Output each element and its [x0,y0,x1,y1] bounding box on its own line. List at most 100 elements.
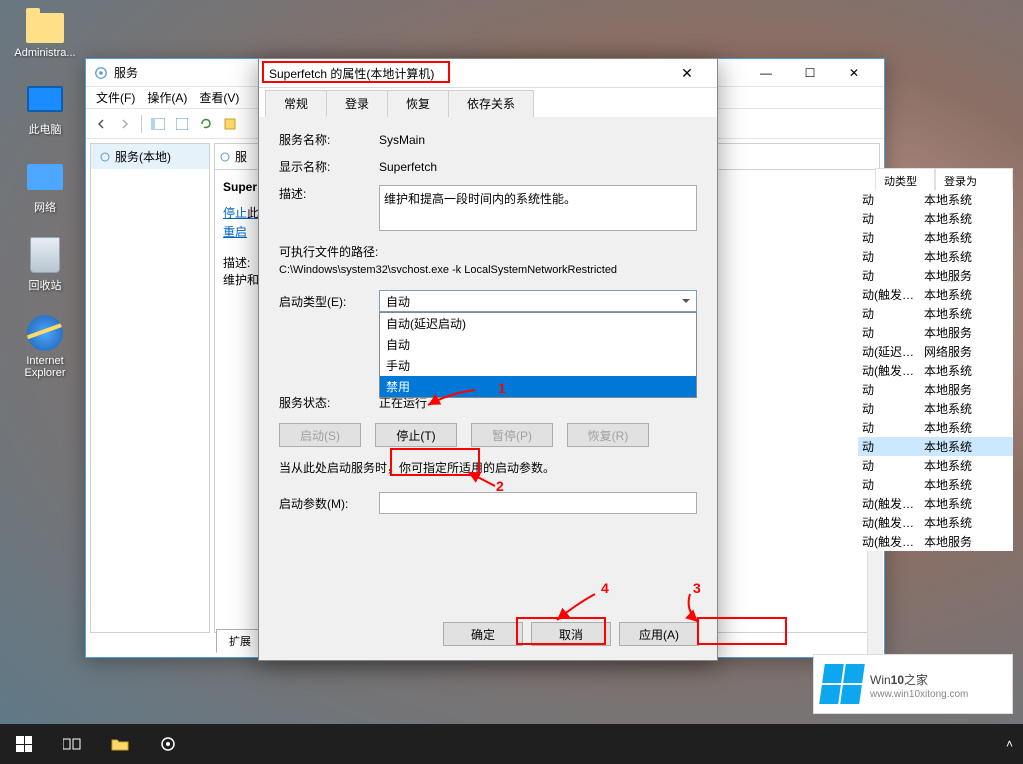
dialog-title: Superfetch 的属性(本地计算机) [269,65,667,82]
pause-button: 暂停(P) [471,423,553,447]
task-view-button[interactable] [48,724,96,764]
start-params-label: 启动参数(M): [279,495,379,512]
apply-button[interactable]: 应用(A) [619,622,699,646]
cell-logon-as: 本地服务 [920,381,1010,398]
menu-file[interactable]: 文件(F) [90,86,141,109]
cell-startup-type: 动 [858,457,920,474]
cell-startup-type: 动 [858,229,920,246]
close-button[interactable]: ✕ [667,59,707,87]
cell-logon-as: 本地系统 [920,286,1010,303]
table-row[interactable]: 动本地系统 [858,399,1013,418]
list-icon [224,118,236,130]
properties-dialog: Superfetch 的属性(本地计算机) ✕ 常规 登录 恢复 依存关系 服务… [258,58,718,661]
display-name-label: 显示名称: [279,158,379,175]
desktop-icon-administrator[interactable]: Administra... [10,5,80,59]
table-row[interactable]: 动本地系统 [858,247,1013,266]
pc-icon [25,79,65,119]
toolbar-button[interactable] [171,113,193,135]
recycle-bin-icon [25,235,65,275]
maximize-button[interactable]: ☐ [788,59,832,87]
tab-extended[interactable]: 扩展 [216,629,264,653]
watermark-url: www.win10xitong.com [870,689,968,700]
table-row[interactable]: 动本地系统 [858,418,1013,437]
exe-path-label: 可执行文件的路径: [279,243,697,260]
dialog-buttons: 确定 取消 应用(A) [443,622,699,646]
table-row[interactable]: 动本地系统 [858,475,1013,494]
toolbar-button[interactable] [219,113,241,135]
desktop-icon-ie[interactable]: Internet Explorer [10,313,80,379]
minimize-button[interactable]: — [744,59,788,87]
table-row[interactable]: 动(触发…本地系统 [858,361,1013,380]
table-row[interactable]: 动本地系统 [858,209,1013,228]
table-row[interactable]: 动(触发…本地系统 [858,494,1013,513]
table-row[interactable]: 动本地服务 [858,323,1013,342]
gear-icon [159,735,177,753]
start-button[interactable] [0,724,48,764]
start-button: 启动(S) [279,423,361,447]
cell-logon-as: 本地系统 [920,514,1010,531]
combo-option-auto-delayed[interactable]: 自动(延迟启动) [380,313,696,334]
cell-startup-type: 动 [858,438,920,455]
gear-icon [219,151,231,163]
menu-view[interactable]: 查看(V) [193,86,245,109]
table-row[interactable]: 动本地服务 [858,380,1013,399]
dialog-titlebar[interactable]: Superfetch 的属性(本地计算机) ✕ [259,59,717,88]
tray-chevron-icon[interactable]: ˄ [1006,737,1013,751]
toolbar-button[interactable] [147,113,169,135]
cell-startup-type: 动 [858,267,920,284]
window-title: 服务 [114,64,138,81]
cell-logon-as: 本地系统 [920,495,1010,512]
table-row[interactable]: 动(触发…本地系统 [858,513,1013,532]
table-row[interactable]: 动(延迟…网络服务 [858,342,1013,361]
combo-option-auto[interactable]: 自动 [380,334,696,355]
description-textbox[interactable]: 维护和提高一段时间内的系统性能。 [379,185,697,231]
table-row[interactable]: 动本地系统 [858,304,1013,323]
cell-startup-type: 动 [858,210,920,227]
network-icon [25,157,65,197]
cell-logon-as: 本地系统 [920,438,1010,455]
file-explorer-button[interactable] [96,724,144,764]
tab-logon[interactable]: 登录 [326,90,388,117]
cell-startup-type: 动(触发… [858,514,920,531]
menu-action[interactable]: 操作(A) [141,86,193,109]
forward-button[interactable] [114,113,136,135]
status-label: 服务状态: [279,394,379,411]
settings-button[interactable] [144,724,192,764]
gear-icon [99,151,111,163]
cell-startup-type: 动(触发… [858,495,920,512]
table-row[interactable]: 动本地系统 [858,456,1013,475]
startup-type-combo[interactable]: 自动 自动(延迟启动) 自动 手动 禁用 [379,290,697,312]
ok-button[interactable]: 确定 [443,622,523,646]
table-row[interactable]: 动(触发…本地服务 [858,532,1013,551]
icon-label: Internet Explorer [10,355,80,379]
refresh-button[interactable] [195,113,217,135]
combo-option-disabled[interactable]: 禁用 [380,376,696,397]
cell-logon-as: 本地系统 [920,476,1010,493]
cell-logon-as: 本地系统 [920,305,1010,322]
tab-recovery[interactable]: 恢复 [387,90,449,117]
combo-value: 自动 [386,293,410,310]
services-tabs: 扩展 [216,629,264,653]
table-row[interactable]: 动本地系统 [858,190,1013,209]
folder-icon [111,737,129,751]
tab-dependencies[interactable]: 依存关系 [448,90,534,117]
close-button[interactable]: ✕ [832,59,876,87]
table-row[interactable]: 动本地系统 [858,437,1013,456]
display-name-value: Superfetch [379,160,697,174]
cell-startup-type: 动 [858,324,920,341]
desktop-icon-this-pc[interactable]: 此电脑 [10,79,80,137]
tab-general[interactable]: 常规 [265,90,327,117]
table-row[interactable]: 动本地服务 [858,266,1013,285]
back-button[interactable] [90,113,112,135]
cell-logon-as: 网络服务 [920,343,1010,360]
table-row[interactable]: 动(触发…本地系统 [858,285,1013,304]
tree-item-services-local[interactable]: 服务(本地) [91,144,209,169]
separator [141,115,142,133]
combo-option-manual[interactable]: 手动 [380,355,696,376]
desktop-icon-recycle-bin[interactable]: 回收站 [10,235,80,293]
cell-logon-as: 本地系统 [920,229,1010,246]
cancel-button[interactable]: 取消 [531,622,611,646]
desktop-icon-network[interactable]: 网络 [10,157,80,215]
stop-button[interactable]: 停止(T) [375,423,457,447]
table-row[interactable]: 动本地系统 [858,228,1013,247]
